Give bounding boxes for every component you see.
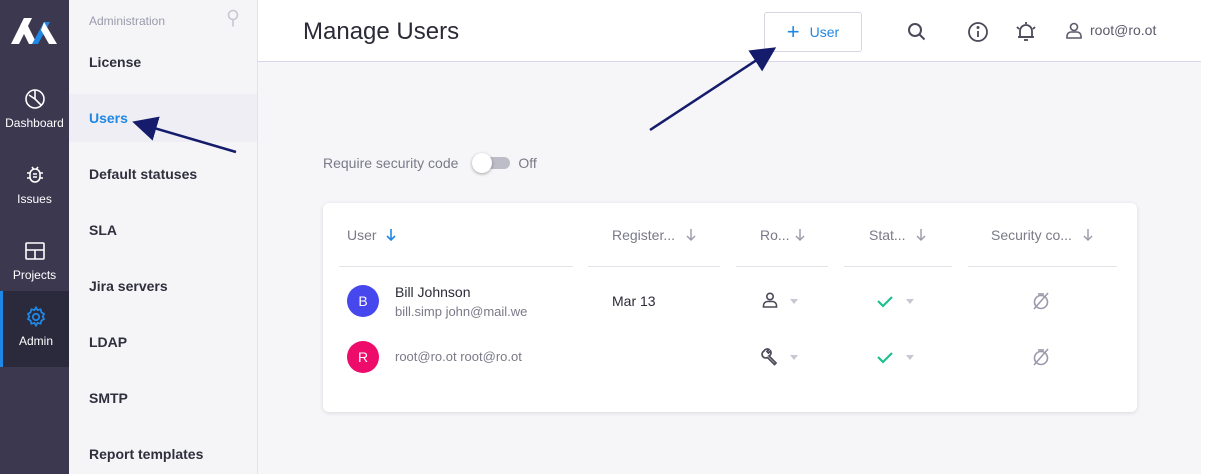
bell-icon[interactable] [1014, 21, 1038, 43]
status-dropdown-caret-icon[interactable] [906, 299, 914, 305]
check-icon [877, 296, 893, 308]
wrench-icon [761, 348, 778, 366]
subnav-item-sla[interactable]: SLA [69, 206, 257, 254]
subnav-item-users[interactable]: Users [69, 94, 257, 142]
avatar: B [347, 285, 379, 317]
column-header-role[interactable]: Ro... [760, 227, 805, 243]
user-email: bill.simp john@mail.we [395, 304, 528, 319]
sort-arrow-icon [386, 229, 396, 242]
search-icon[interactable] [906, 21, 928, 43]
column-header-security-code[interactable]: Security co... [991, 227, 1093, 243]
security-code-state: Off [518, 155, 537, 171]
column-header-registered[interactable]: Register... [612, 227, 696, 243]
user-name: Bill Johnson [395, 284, 471, 300]
add-user-button-label: User [809, 24, 840, 40]
arrow-to-add-user [649, 47, 777, 132]
no-security-icon[interactable] [1031, 291, 1051, 311]
no-security-icon[interactable] [1031, 347, 1051, 367]
rail-label-projects: Projects [12, 268, 57, 282]
users-table: User Register... Ro... Stat... Security … [323, 203, 1137, 412]
sort-arrow-icon [795, 229, 805, 241]
rail-label-admin: Admin [18, 334, 53, 348]
info-icon[interactable] [967, 21, 989, 43]
left-rail: Dashboard Issues Projects Admin [0, 0, 69, 474]
page-title: Manage Users [303, 18, 460, 45]
right-edge [1201, 0, 1207, 474]
rail-label-issues: Issues [17, 192, 52, 206]
column-divider [736, 266, 828, 267]
avatar: R [347, 341, 379, 373]
subnav-item-license[interactable]: License [69, 38, 257, 86]
column-divider [339, 266, 573, 267]
sort-arrow-icon [686, 229, 696, 241]
app-logo-icon[interactable] [11, 18, 58, 44]
user-menu[interactable]: root@ro.ot [1064, 20, 1156, 40]
subnav-item-jira-servers[interactable]: Jira servers [69, 262, 257, 310]
column-header-user[interactable]: User [347, 227, 396, 243]
plus-icon: + [786, 19, 800, 44]
user-email: root@ro.ot root@ro.ot [395, 349, 522, 364]
column-divider [588, 266, 720, 267]
column-header-role-label: Ro... [760, 227, 790, 243]
person-icon [762, 292, 778, 308]
user-menu-label: root@ro.ot [1090, 22, 1157, 38]
user-icon [1066, 22, 1082, 39]
column-header-status[interactable]: Stat... [869, 227, 926, 243]
dashboard-icon [24, 89, 45, 109]
role-dropdown-caret-icon[interactable] [790, 355, 798, 361]
column-divider [844, 266, 952, 267]
rail-item-dashboard[interactable]: Dashboard [0, 76, 69, 152]
toggle-knob [472, 153, 493, 173]
column-header-registered-label: Register... [612, 227, 676, 243]
security-code-row: Require security code Off [323, 152, 537, 174]
registered-date: Mar 13 [612, 293, 656, 309]
admin-subnav: Administration License Users Default sta… [69, 0, 258, 474]
subnav-item-report-templates[interactable]: Report templates [69, 430, 257, 474]
rail-item-admin[interactable]: Admin [0, 291, 69, 367]
role-dropdown-caret-icon[interactable] [790, 299, 798, 305]
rail-label-dashboard: Dashboard [5, 116, 64, 130]
pin-icon[interactable] [226, 9, 240, 27]
security-code-label: Require security code [323, 155, 459, 171]
page-header: Manage Users + User root@ro.ot [258, 0, 1201, 62]
subnav-header: Administration [89, 14, 166, 28]
check-icon [877, 352, 893, 364]
status-dropdown-caret-icon[interactable] [906, 355, 914, 361]
subnav-item-ldap[interactable]: LDAP [69, 318, 257, 366]
rail-item-issues[interactable]: Issues [0, 152, 69, 228]
column-divider [968, 266, 1117, 267]
column-header-status-label: Stat... [869, 227, 906, 243]
column-header-user-label: User [347, 227, 377, 243]
subnav-item-default-statuses[interactable]: Default statuses [69, 150, 257, 198]
column-header-security-code-label: Security co... [991, 227, 1072, 243]
sort-arrow-icon [1083, 229, 1093, 241]
projects-icon [24, 242, 45, 260]
gear-icon [26, 305, 46, 328]
subnav-item-smtp[interactable]: SMTP [69, 374, 257, 422]
security-code-toggle[interactable] [472, 152, 512, 174]
sort-arrow-icon [916, 229, 926, 241]
bug-icon [26, 166, 43, 183]
add-user-button[interactable]: + User [764, 12, 862, 52]
